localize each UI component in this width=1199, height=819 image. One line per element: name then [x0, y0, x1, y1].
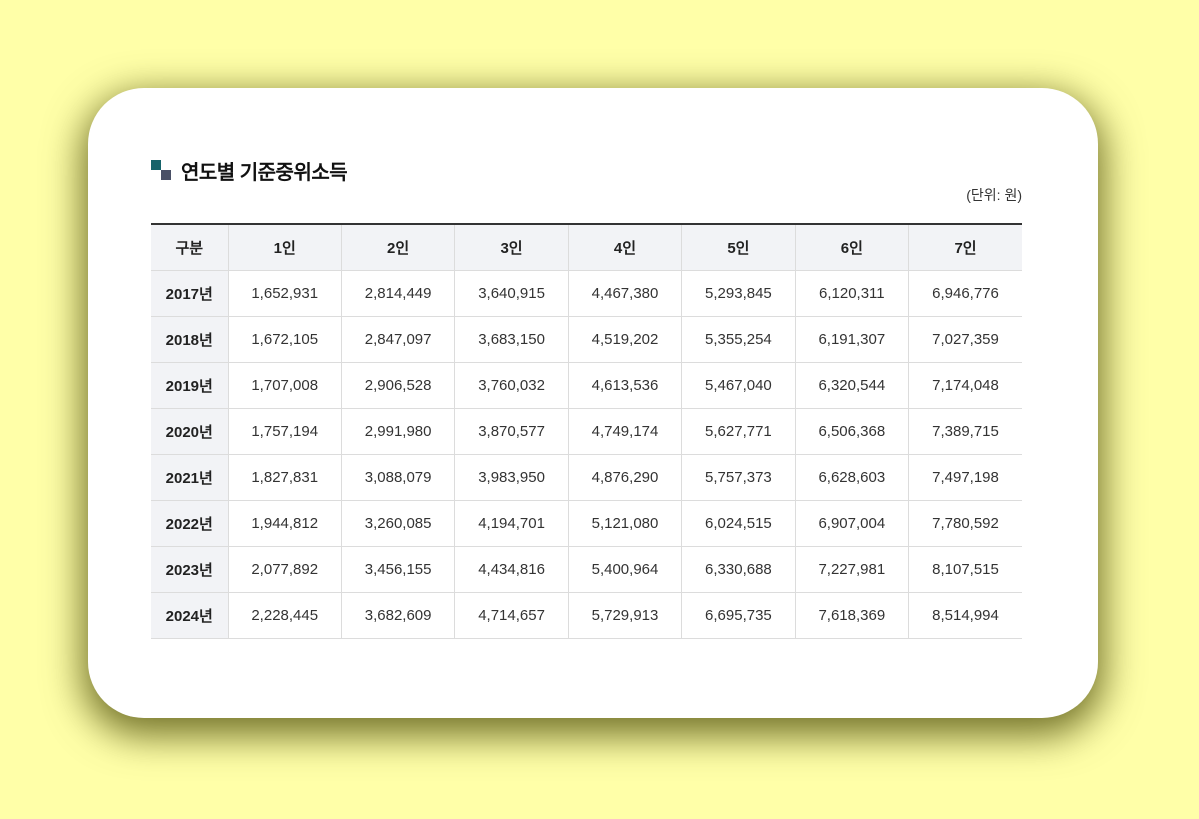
- income-cell: 4,519,202: [567, 316, 682, 363]
- income-cell: 5,293,845: [681, 270, 796, 317]
- income-cell: 1,757,194: [227, 408, 342, 455]
- income-cell: 7,227,981: [794, 546, 909, 593]
- income-cell: 6,695,735: [681, 592, 796, 639]
- median-income-table: 구분 1인 2인 3인 4인 5인 6인 7인 2017년 1,652,931 2,…: [151, 223, 1022, 639]
- income-cell: 5,729,913: [567, 592, 682, 639]
- table-row: 2017년 1,652,931 2,814,449 3,640,915 4,467,38…: [151, 270, 1022, 317]
- table-row: 2020년 1,757,194 2,991,980 3,870,577 4,749,17…: [151, 408, 1022, 455]
- income-cell: 3,456,155: [340, 546, 455, 593]
- section-heading: 연도별 기준중위소득: [151, 156, 348, 185]
- row-year: 2019년: [151, 362, 228, 409]
- income-cell: 6,946,776: [908, 270, 1022, 317]
- income-cell: 7,780,592: [908, 500, 1022, 547]
- income-cell: 4,434,816: [454, 546, 569, 593]
- income-cell: 6,120,311: [794, 270, 909, 317]
- row-year: 2021년: [151, 454, 228, 501]
- income-cell: 1,672,105: [227, 316, 342, 363]
- header-4-person: 4인: [567, 224, 682, 271]
- income-cell: 1,707,008: [227, 362, 342, 409]
- income-cell: 1,827,831: [227, 454, 342, 501]
- header-6-person: 6인: [794, 224, 909, 271]
- income-cell: 3,640,915: [454, 270, 569, 317]
- income-cell: 6,628,603: [794, 454, 909, 501]
- square-bullet-icon: [151, 160, 172, 181]
- income-cell: 6,024,515: [681, 500, 796, 547]
- income-cell: 5,121,080: [567, 500, 682, 547]
- income-cell: 3,983,950: [454, 454, 569, 501]
- income-cell: 2,077,892: [227, 546, 342, 593]
- income-cell: 6,506,368: [794, 408, 909, 455]
- row-year: 2023년: [151, 546, 228, 593]
- header-5-person: 5인: [681, 224, 796, 271]
- income-cell: 6,191,307: [794, 316, 909, 363]
- income-cell: 8,514,994: [908, 592, 1022, 639]
- income-cell: 8,107,515: [908, 546, 1022, 593]
- income-cell: 5,627,771: [681, 408, 796, 455]
- income-cell: 3,870,577: [454, 408, 569, 455]
- row-year: 2020년: [151, 408, 228, 455]
- income-cell: 2,228,445: [227, 592, 342, 639]
- income-cell: 6,320,544: [794, 362, 909, 409]
- income-cell: 4,467,380: [567, 270, 682, 317]
- header-7-person: 7인: [908, 224, 1022, 271]
- table-row: 2019년 1,707,008 2,906,528 3,760,032 4,613,53…: [151, 362, 1022, 409]
- income-cell: 4,194,701: [454, 500, 569, 547]
- header-3-person: 3인: [454, 224, 569, 271]
- income-cell: 4,714,657: [454, 592, 569, 639]
- income-cell: 4,876,290: [567, 454, 682, 501]
- income-cell: 2,814,449: [340, 270, 455, 317]
- header-2-person: 2인: [340, 224, 455, 271]
- income-cell: 7,497,198: [908, 454, 1022, 501]
- income-cell: 1,944,812: [227, 500, 342, 547]
- income-cell: 2,991,980: [340, 408, 455, 455]
- row-year: 2018년: [151, 316, 228, 363]
- table-header-row: 구분 1인 2인 3인 4인 5인 6인 7인: [151, 224, 1022, 271]
- income-cell: 6,907,004: [794, 500, 909, 547]
- table-row: 2021년 1,827,831 3,088,079 3,983,950 4,876,29…: [151, 454, 1022, 501]
- table-body: 2017년 1,652,931 2,814,449 3,640,915 4,467,38…: [151, 270, 1022, 639]
- income-cell: 5,400,964: [567, 546, 682, 593]
- income-cell: 7,389,715: [908, 408, 1022, 455]
- income-cell: 7,174,048: [908, 362, 1022, 409]
- page-title: 연도별 기준중위소득: [181, 162, 348, 184]
- table-row: 2023년 2,077,892 3,456,155 4,434,816 5,400,96…: [151, 546, 1022, 593]
- income-cell: 7,027,359: [908, 316, 1022, 363]
- income-cell: 7,618,369: [794, 592, 909, 639]
- row-year: 2024년: [151, 592, 228, 639]
- table-row: 2024년 2,228,445 3,682,609 4,714,657 5,729,91…: [151, 592, 1022, 639]
- table-row: 2022년 1,944,812 3,260,085 4,194,701 5,121,08…: [151, 500, 1022, 547]
- income-cell: 3,683,150: [454, 316, 569, 363]
- income-cell: 5,757,373: [681, 454, 796, 501]
- income-cell: 2,906,528: [340, 362, 455, 409]
- income-cell: 3,760,032: [454, 362, 569, 409]
- row-year: 2022년: [151, 500, 228, 547]
- income-cell: 4,613,536: [567, 362, 682, 409]
- income-cell: 2,847,097: [340, 316, 455, 363]
- income-cell: 5,355,254: [681, 316, 796, 363]
- unit-label: (단위: 원): [966, 187, 1022, 203]
- table-row: 2018년 1,672,105 2,847,097 3,683,150 4,519,20…: [151, 316, 1022, 363]
- income-cell: 5,467,040: [681, 362, 796, 409]
- row-year: 2017년: [151, 270, 228, 317]
- income-cell: 3,260,085: [340, 500, 455, 547]
- income-cell: 6,330,688: [681, 546, 796, 593]
- header-1-person: 1인: [227, 224, 342, 271]
- content-card: 연도별 기준중위소득 (단위: 원) 구분 1인 2인 3인 4인 5인 6인 …: [88, 88, 1098, 718]
- header-category: 구분: [151, 224, 228, 271]
- income-cell: 3,682,609: [340, 592, 455, 639]
- income-cell: 1,652,931: [227, 270, 342, 317]
- income-cell: 4,749,174: [567, 408, 682, 455]
- income-cell: 3,088,079: [340, 454, 455, 501]
